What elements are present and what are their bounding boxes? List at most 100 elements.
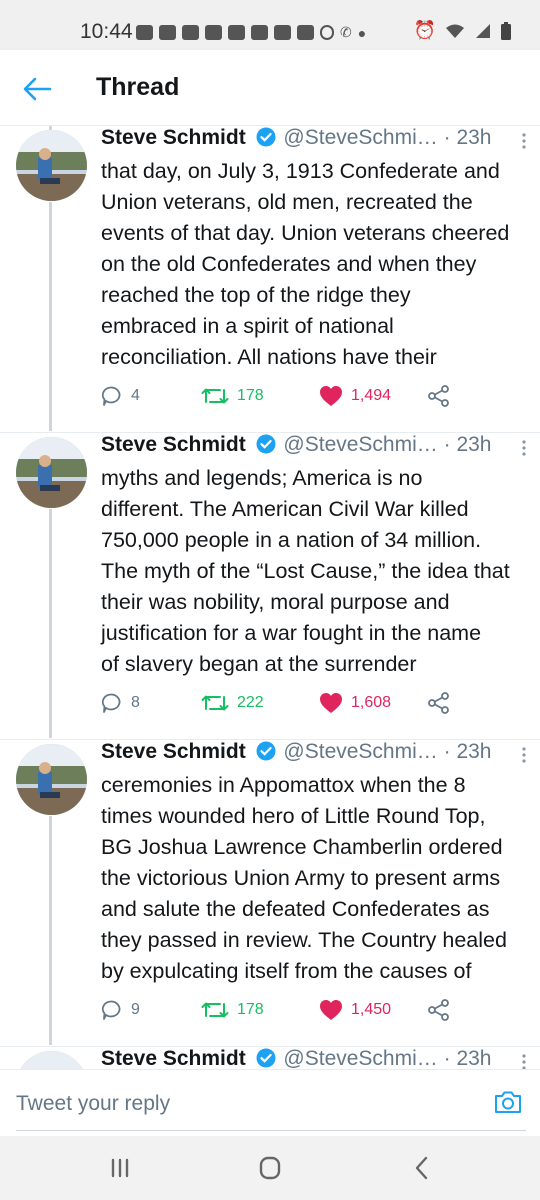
tweet-text-line: that day, on July 3, 1913 Confederate an… [101,159,500,183]
author-handle: @SteveSchmi… [283,433,438,456]
youtube-icon [228,25,245,40]
more-options-icon[interactable] [516,744,532,766]
alarm-icon: ⏰ [413,20,436,40]
system-icons: ⏰ [414,20,512,41]
avatar-photo [16,130,87,201]
retweet-icon [201,388,229,404]
thread-connector [49,202,52,431]
notification-icons: ✆ ● [136,24,366,41]
retweet-button[interactable]: 178 [201,995,264,1025]
tweet-text-line: embraced in a spirit of national [101,314,394,338]
avatar[interactable] [16,437,87,508]
reply-composer [0,1069,540,1136]
voicemail-icon [320,25,334,40]
tweet-timestamp: · 23h [443,740,492,763]
retweet-icon [201,1002,229,1018]
thread-feed[interactable]: Steve Schmidt @SteveSchmi… · 23h that da… [0,126,540,1069]
retweet-button[interactable]: 222 [201,688,264,718]
author-handle: @SteveSchmi… [283,740,438,763]
like-button[interactable]: 1,450 [319,995,391,1025]
camera-icon[interactable] [492,1086,524,1118]
share-icon [428,692,449,714]
signal-icon [476,23,490,38]
youtube-icon [297,25,314,40]
reply-count: 4 [131,387,140,404]
tweet-text-line: different. The American Civil War killed [101,497,469,521]
tweet-text-line: ceremonies in Appomattox when the 8 [101,773,466,797]
tweet-header: Steve Schmidt @SteveSchmi… · 23h [101,433,521,465]
home-icon[interactable] [255,1154,285,1182]
tweet-timestamp: · 23h [443,433,492,456]
retweet-icon [201,695,229,711]
author-name[interactable]: Steve Schmidt [101,1047,246,1069]
page-title: Thread [96,73,180,101]
tweet-text-line: The myth of the “Lost Cause,” the idea t… [101,559,510,583]
chat-icon [159,25,176,40]
tweet-text-line: the victorious Union Army to present arm… [101,866,501,890]
more-options-icon[interactable] [516,1051,532,1069]
youtube-icon [205,25,222,40]
avatar-photo [16,744,87,815]
tweet-text-line: reconciliation. All nations have their [101,345,437,369]
tweet-text-line: of slavery began at the surrender [101,652,417,676]
tweet-header: Steve Schmidt @SteveSchmi… · 23h [101,126,521,158]
reply-icon [101,386,121,406]
thread-connector [49,509,52,738]
verified-badge-icon [256,127,276,147]
more-options-icon[interactable] [516,437,532,459]
tweet-text-line: reached the top of the ridge they [101,283,411,307]
thread-header: Thread [0,50,540,126]
tweet-text: that day, on July 3, 1913 Confederate an… [101,156,533,373]
back-arrow-icon[interactable] [20,72,54,106]
retweet-button[interactable]: 178 [201,381,264,411]
tweet-text-line: their was nobility, moral purpose and [101,590,450,614]
share-button[interactable] [427,688,451,718]
more-options-icon[interactable] [516,130,532,152]
status-bar: 10:44 ✆ ● ⏰ [0,0,540,50]
author-handle: @SteveSchmi… [283,1047,438,1069]
author-handle: @SteveSchmi… [283,126,438,149]
thread-connector [49,816,52,1045]
missed-call-icon: ✆ [340,24,352,40]
like-button[interactable]: 1,608 [319,688,391,718]
share-icon [428,385,449,407]
tweet-text-line: myths and legends; America is no [101,466,423,490]
share-button[interactable] [427,381,451,411]
wifi-icon [446,24,464,38]
reply-underline [16,1130,526,1131]
author-name[interactable]: Steve Schmidt [101,740,246,763]
avatar-photo [16,437,87,508]
tweet-actions: 4 178 1,494 [101,381,481,411]
battery-icon [501,21,511,40]
tweet-text-line: and salute the defeated Confederates as [101,897,490,921]
reply-button[interactable]: 8 [101,688,140,718]
tweet-actions: 8 222 1,608 [101,688,481,718]
recent-apps-icon[interactable] [105,1154,135,1182]
system-nav-bar [0,1136,540,1200]
reply-icon [101,1000,121,1020]
avatar[interactable] [16,1051,87,1069]
author-name[interactable]: Steve Schmidt [101,433,246,456]
dot-icon: ● [357,24,367,41]
like-button[interactable]: 1,494 [319,381,391,411]
tweet-text: myths and legends; America is no differe… [101,463,533,680]
avatar-photo [16,1051,87,1069]
reply-button[interactable]: 9 [101,995,140,1025]
avatar[interactable] [16,130,87,201]
tweet-header: Steve Schmidt @SteveSchmi… · 23h [101,1047,521,1069]
tweet-text-line: 750,000 people in a nation of 34 million… [101,528,482,552]
tweet-text-line: BG Joshua Lawrence Chamberlin ordered [101,835,503,859]
back-nav-icon[interactable] [407,1154,437,1182]
share-button[interactable] [427,995,451,1025]
heart-icon [320,1000,342,1020]
reply-count: 8 [131,694,140,711]
avatar[interactable] [16,744,87,815]
author-name[interactable]: Steve Schmidt [101,126,246,149]
like-count: 1,450 [351,1001,392,1018]
tweet-timestamp: · 23h [443,126,492,149]
reply-input[interactable] [16,1084,476,1124]
tweet-text-line: events of that day. Union veterans cheer… [101,221,510,245]
like-count: 1,494 [351,387,392,404]
reply-button[interactable]: 4 [101,381,140,411]
facebook-icon [182,25,199,40]
